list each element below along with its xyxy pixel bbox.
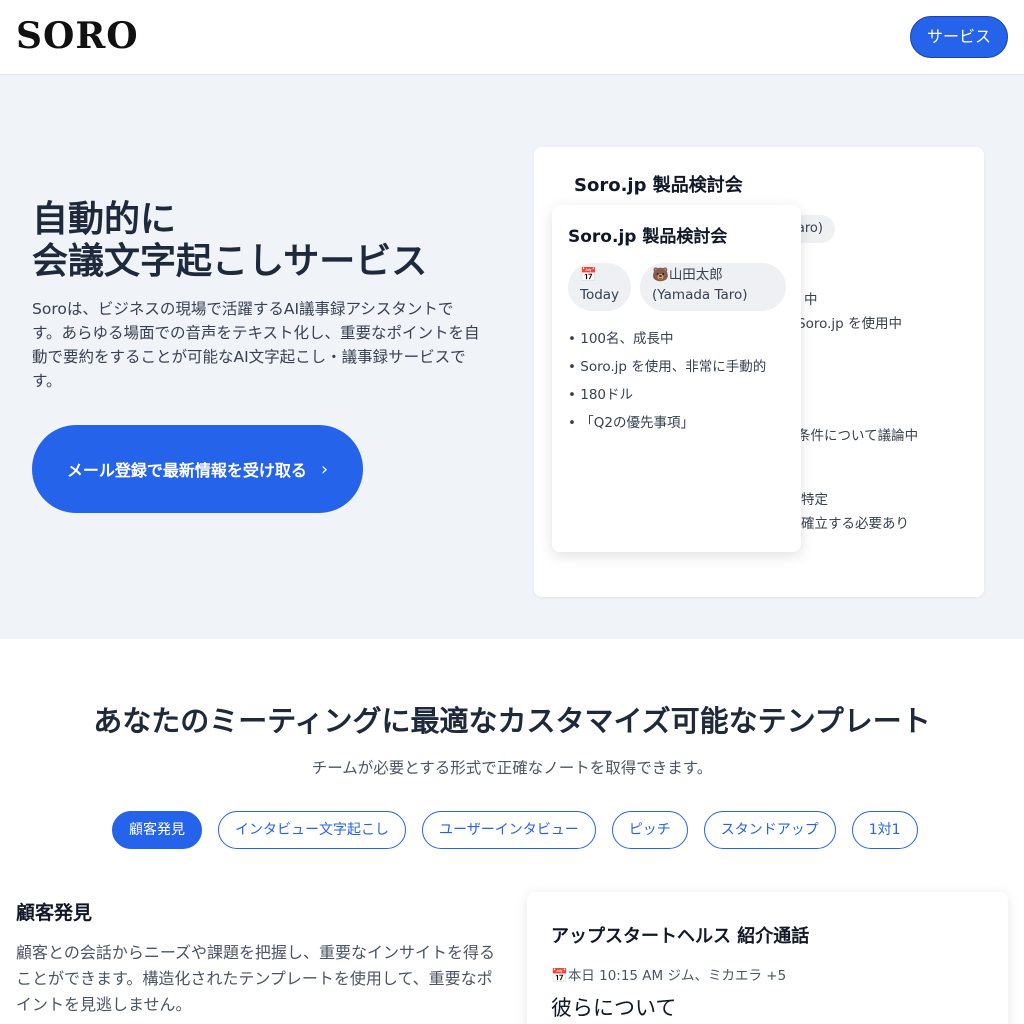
meeting-notes-card: Soro.jp 製品検討会 📅 Today 🐻山田太郎 (Yamada Taro… bbox=[552, 205, 801, 552]
back-card-line: Soro.jp を使用中 bbox=[797, 316, 903, 332]
back-card-line: 条件について議論中 bbox=[797, 428, 919, 444]
back-card-line: 中 bbox=[804, 292, 818, 308]
preview-meta: 📅本日 10:15 AM ジム、ミカエラ +5 bbox=[551, 964, 786, 984]
date-chip: 📅 Today bbox=[568, 263, 631, 311]
back-card-line: 確立する必要あり bbox=[801, 516, 909, 532]
card-title: Soro.jp 製品検討会 bbox=[568, 227, 728, 247]
services-button[interactable]: サービス bbox=[909, 16, 1008, 58]
email-signup-button[interactable]: メール登録で最新情報を受け取る › bbox=[32, 425, 363, 513]
tab-pitch[interactable]: ピッチ bbox=[611, 811, 688, 849]
hero-title-line-1: 自動的に bbox=[32, 199, 177, 240]
template-description: 顧客との会話からニーズや課題を把握し、重要なインサイトを得ることができます。構造… bbox=[16, 943, 496, 1014]
list-item: • Soro.jp を使用、非常に手動的 bbox=[568, 359, 767, 375]
hero-section: 自動的に 会議文字起こしサービス Soroは、ビジネスの現場で活躍するAI議事録… bbox=[0, 75, 1024, 639]
soro-logo[interactable]: SORO bbox=[16, 14, 139, 58]
template-tabs: 顧客発見 インタビュー文字起こし ユーザーインタビュー ピッチ スタンドアップ … bbox=[112, 811, 918, 849]
bear-icon: 🐻 bbox=[652, 267, 669, 283]
chevron-right-icon: › bbox=[320, 458, 329, 480]
templates-title: あなたのミーティングに最適なカスタマイズ可能なテンプレート bbox=[93, 704, 931, 738]
tab-interview-transcription[interactable]: インタビュー文字起こし bbox=[218, 811, 406, 849]
tab-user-interview[interactable]: ユーザーインタビュー bbox=[422, 811, 596, 849]
tab-customer-discovery[interactable]: 顧客発見 bbox=[112, 811, 202, 849]
preview-meta-text: 本日 10:15 AM ジム、ミカエラ +5 bbox=[567, 968, 787, 984]
tab-standup[interactable]: スタンドアップ bbox=[703, 811, 836, 849]
tab-one-on-one[interactable]: 1対1 bbox=[851, 811, 918, 849]
notes-list: • 100名、成長中 • Soro.jp を使用、非常に手動的 • 180ドル … bbox=[568, 329, 766, 441]
template-title: 顧客発見 bbox=[16, 902, 93, 924]
calendar-icon: 📅 bbox=[580, 267, 597, 283]
site-header: SORO サービス bbox=[0, 0, 1024, 75]
hero-title-line-2: 会議文字起こしサービス bbox=[32, 241, 428, 282]
user-chip: 🐻山田太郎 (Yamada Taro) bbox=[640, 263, 786, 311]
list-item: • 180ドル bbox=[568, 387, 634, 403]
user-name-en: (Yamada Taro) bbox=[652, 287, 748, 303]
hero-description: Soroは、ビジネスの現場で活躍するAI議事録アシスタントです。あらゆる場面での… bbox=[32, 300, 480, 390]
email-signup-label: メール登録で最新情報を受け取る bbox=[66, 461, 307, 480]
templates-subtitle: チームが必要とする形式で正確なノートを取得できます。 bbox=[311, 759, 713, 777]
user-name: 山田太郎 bbox=[668, 267, 723, 283]
calendar-icon: 📅 bbox=[551, 968, 568, 984]
back-card-line: 特定 bbox=[801, 492, 828, 508]
preview-section-heading: 彼らについて bbox=[551, 996, 677, 1020]
list-item: • 「Q2の優先事項」 bbox=[568, 415, 694, 431]
hero-title: 自動的に 会議文字起こしサービス bbox=[32, 199, 427, 283]
back-card-title: Soro.jp 製品検討会 bbox=[574, 175, 743, 196]
list-item: • 100名、成長中 bbox=[568, 331, 674, 347]
date-label: Today bbox=[580, 287, 620, 303]
template-preview-card: アップスタートヘルス 紹介通話 📅本日 10:15 AM ジム、ミカエラ +5 … bbox=[527, 892, 1008, 1024]
preview-title: アップスタートヘルス 紹介通話 bbox=[551, 926, 810, 947]
